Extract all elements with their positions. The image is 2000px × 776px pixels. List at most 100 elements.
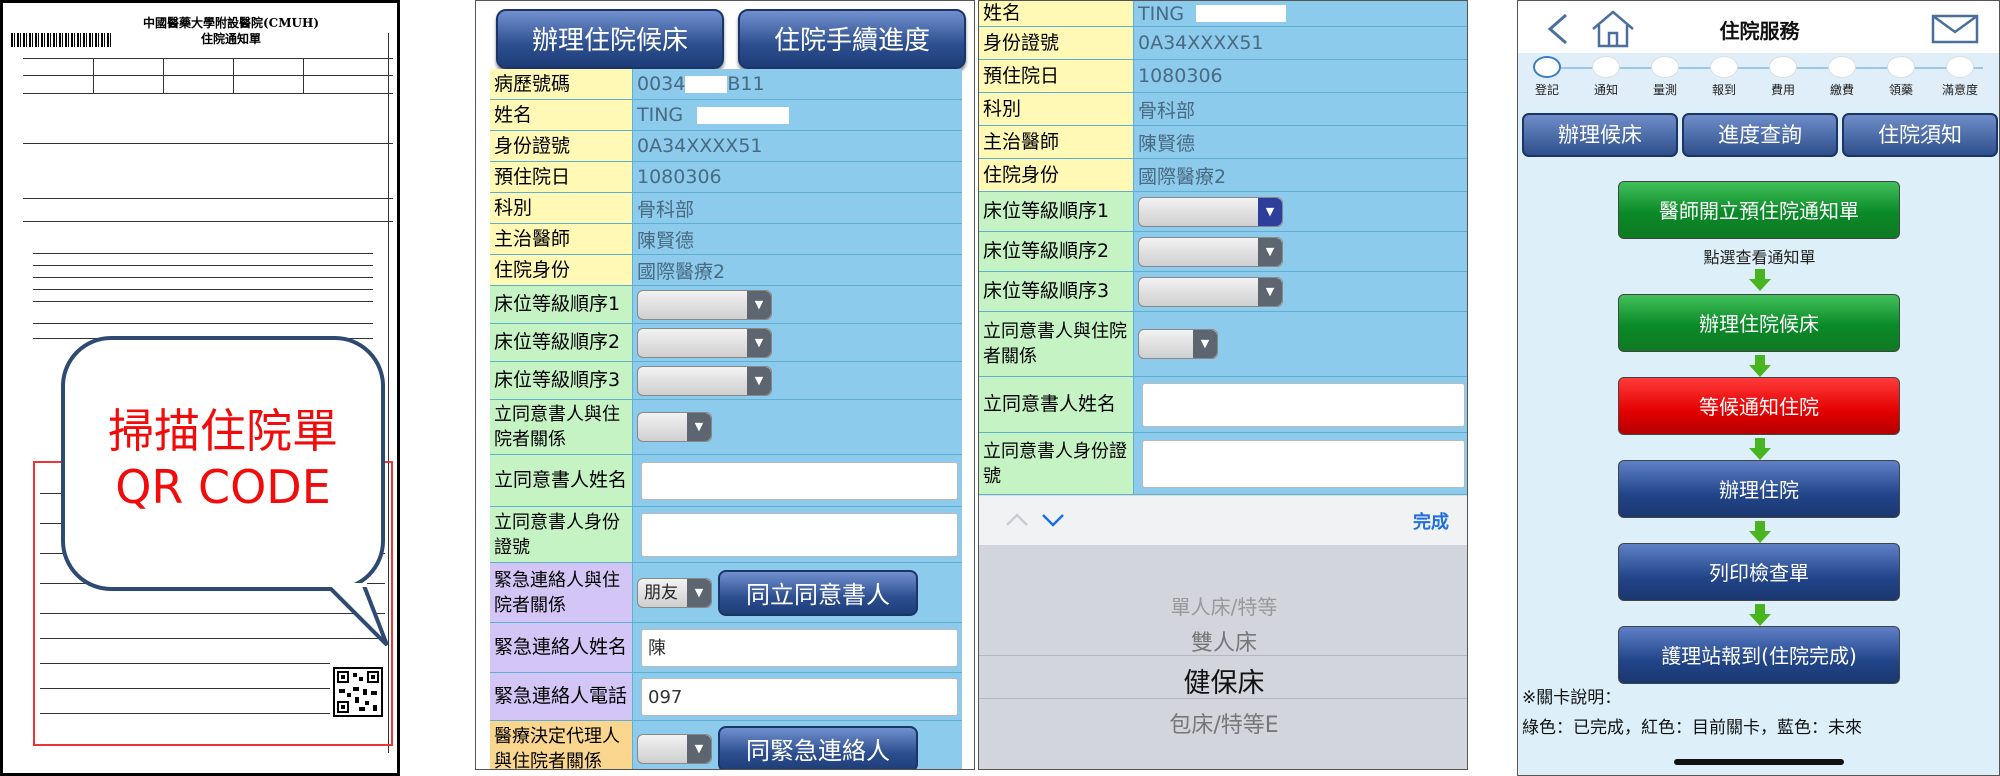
admission-identity: 國際醫療2	[633, 255, 962, 286]
picker-selected-option[interactable]: 健保床	[979, 661, 1467, 700]
form-row: 立同意書人身份證號	[490, 507, 962, 563]
flow-step-waitlist[interactable]: 辦理住院候床	[1618, 294, 1900, 352]
chevron-up-icon[interactable]	[1005, 510, 1029, 530]
row-label: 姓名	[979, 1, 1134, 27]
dropdown-arrow-icon: ▼	[1193, 330, 1217, 358]
flow-step-await-notice[interactable]: 等候通知住院	[1618, 377, 1900, 435]
emergency-relation-select[interactable]: 朋友 ▼	[637, 577, 712, 608]
qr-code-icon	[333, 667, 383, 717]
tab-waitlist[interactable]: 辦理候床	[1522, 113, 1678, 157]
consenter-relation-select[interactable]: ▼	[1138, 329, 1218, 359]
input-value: 097	[648, 686, 683, 708]
form-row: 主治醫師 陳賢德	[490, 224, 962, 255]
row-label: 主治醫師	[979, 126, 1134, 159]
row-value: 0034 B11	[633, 69, 962, 100]
same-as-emergency-button[interactable]: 同緊急連絡人	[718, 725, 918, 769]
consenter-id-input[interactable]	[1142, 439, 1465, 488]
tab-admission-guide[interactable]: 住院須知	[1842, 113, 1998, 157]
bed-level-2-select[interactable]: ▼	[637, 327, 772, 358]
dropdown-arrow-icon: ▼	[687, 578, 711, 607]
row-value: ▼	[633, 324, 962, 362]
legend-text: 綠色：已完成，紅色：目前關卡，藍色：未來	[1522, 718, 1862, 738]
dropdown-arrow-icon: ▼	[687, 734, 711, 763]
done-button[interactable]: 完成	[1413, 508, 1449, 534]
form-row: 住院身份 國際醫療2	[979, 159, 1467, 192]
emergency-phone-input[interactable]: 097	[641, 677, 958, 716]
row-value: ▼	[1134, 232, 1467, 272]
consenter-name-input[interactable]	[1142, 382, 1465, 427]
consenter-name-input[interactable]	[641, 461, 958, 500]
bed-level-1-select[interactable]: ▼	[637, 289, 772, 320]
flow-step-admission[interactable]: 辦理住院	[1618, 460, 1900, 518]
department: 骨科部	[1134, 93, 1467, 126]
bed-level-3-select[interactable]: ▼	[637, 365, 772, 396]
form-row: 床位等級順序2 ▼	[490, 324, 962, 362]
consenter-id-input[interactable]	[641, 512, 958, 557]
row-label: 床位等級順序1	[490, 286, 633, 324]
picker-toolbar: 完成	[979, 495, 1467, 545]
step-label: 繳費	[1829, 83, 1854, 97]
flow-step-nurse-station[interactable]: 護理站報到(住院完成)	[1618, 626, 1900, 684]
row-label: 床位等級順序3	[490, 362, 633, 400]
admission-date: 1080306	[633, 162, 962, 193]
bed-level-2-select[interactable]: ▼	[1138, 236, 1283, 267]
row-label: 立同意書人姓名	[979, 377, 1134, 433]
tab-progress[interactable]: 進度查詢	[1682, 113, 1838, 157]
register-waitlist-button[interactable]: 辦理住院候床	[496, 9, 724, 69]
bed-level-1-select[interactable]: ▼	[1138, 196, 1283, 227]
app-header: 住院服務	[1518, 1, 1999, 53]
step-dot-active	[1533, 56, 1561, 78]
picker-option[interactable]: 雙人床	[979, 625, 1467, 657]
row-label: 立同意書人姓名	[490, 455, 633, 507]
chevron-down-icon[interactable]	[1041, 510, 1065, 530]
row-value: 朋友 ▼ 同立同意書人	[633, 563, 962, 623]
row-label: 緊急連絡人姓名	[490, 623, 633, 673]
progress-button[interactable]: 住院手續進度	[738, 9, 966, 69]
dropdown-arrow-icon: ▼	[1258, 277, 1282, 306]
form-row: 床位等級順序3 ▼	[979, 272, 1467, 312]
row-label: 緊急連絡人電話	[490, 673, 633, 721]
flow-step-print-exam[interactable]: 列印檢查單	[1618, 543, 1900, 601]
form-row: 預住院日 1080306	[490, 162, 962, 193]
form-row: 緊急連絡人姓名 陳	[490, 623, 962, 673]
row-value: 097	[633, 673, 962, 721]
step-label: 費用	[1770, 83, 1795, 97]
dropdown-arrow-icon: ▼	[1258, 237, 1282, 266]
form-row: 身份證號 0A34XXXX51	[979, 27, 1467, 60]
emergency-name-input[interactable]: 陳	[641, 628, 958, 667]
dropdown-arrow-icon: ▼	[747, 290, 771, 319]
form-row: 姓名 TING	[490, 100, 962, 131]
row-label: 科別	[490, 193, 633, 224]
arrow-down-icon	[1749, 438, 1771, 460]
page-title: 住院服務	[1719, 19, 1800, 43]
row-value: 陳	[633, 623, 962, 673]
consenter-relation-select[interactable]: ▼	[637, 412, 712, 442]
form-row: 身份證號 0A34XXXX51	[490, 131, 962, 162]
row-label: 主治醫師	[490, 224, 633, 255]
form-row: 立同意書人與住院者關係 ▼	[979, 312, 1467, 377]
form-row: 立同意書人身份證號	[979, 433, 1467, 495]
bed-type-picker[interactable]: 單人床/特等 雙人床 健保床 包床/特等E	[979, 545, 1467, 769]
admission-service-panel: 住院服務 登記 通知 量測 報到 費用 繳費 領藥 滿意度 辦理候床 進度查詢 …	[1517, 0, 2000, 776]
picker-option[interactable]: 包床/特等E	[979, 707, 1467, 739]
row-value: TING	[633, 100, 962, 131]
same-as-consenter-button[interactable]: 同立同意書人	[718, 569, 918, 616]
flow-step-doctor-notice[interactable]: 醫師開立預住院通知單	[1618, 181, 1900, 239]
step-label: 量測	[1652, 83, 1677, 97]
form-row: 緊急連絡人與住院者關係 朋友 ▼ 同立同意書人	[490, 563, 962, 623]
row-label: 立同意書人與住院者關係	[490, 400, 633, 455]
admission-date: 1080306	[1134, 60, 1467, 93]
admission-identity: 國際醫療2	[1134, 159, 1467, 192]
id-number: 0A34XXXX51	[1134, 27, 1467, 60]
row-label: 床位等級順序2	[979, 232, 1134, 272]
step-dot	[1946, 56, 1974, 78]
input-value: 陳	[648, 637, 666, 659]
mail-icon[interactable]	[1931, 14, 1979, 44]
row-label: 床位等級順序1	[979, 192, 1134, 232]
form-row: 姓名 TING	[979, 1, 1467, 27]
proxy-relation-select[interactable]: ▼	[637, 733, 712, 764]
form-row: 床位等級順序1 ▼	[490, 286, 962, 324]
row-label: 姓名	[490, 100, 633, 131]
picker-option[interactable]: 單人床/特等	[979, 591, 1467, 620]
bed-level-3-select[interactable]: ▼	[1138, 276, 1283, 307]
